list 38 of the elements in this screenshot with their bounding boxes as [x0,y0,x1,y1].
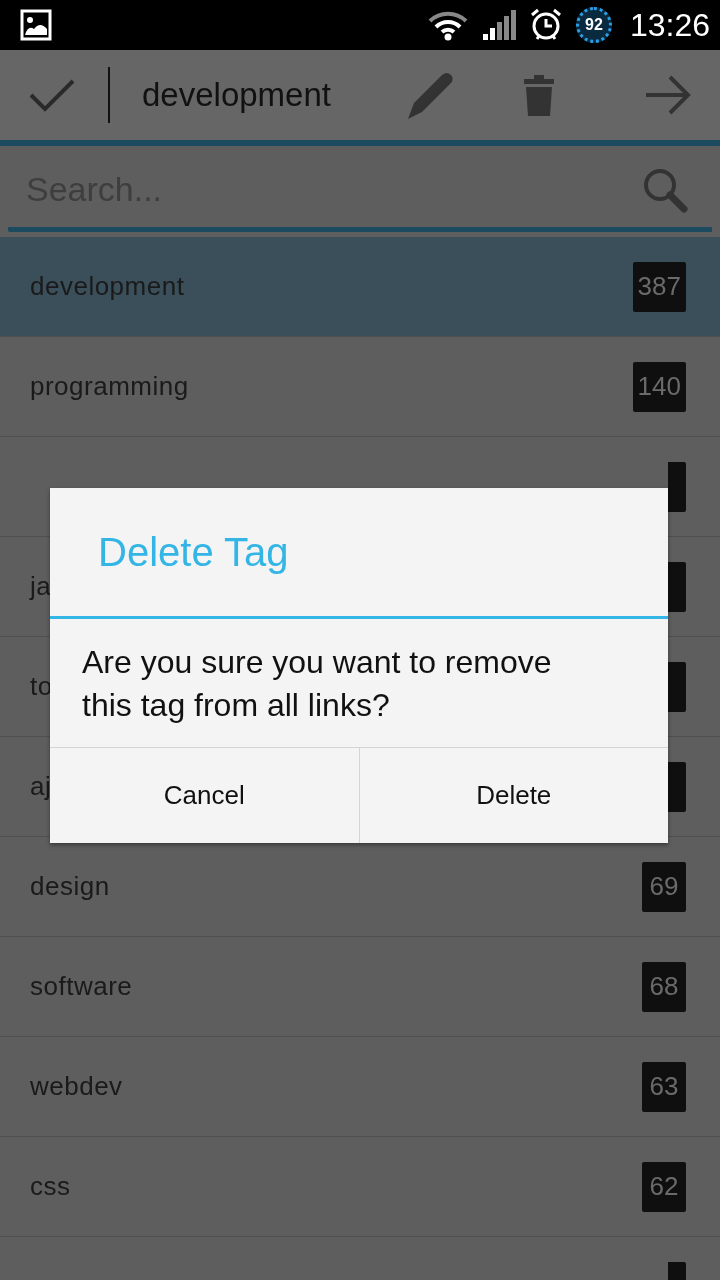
tag-name: aj [30,771,52,802]
tag-row[interactable]: programming 140 [0,337,720,437]
tag-name: software [30,971,133,1002]
tag-count: 68 [642,961,686,1012]
dialog-message: Are you sure you want to remove this tag from all links? [81,643,553,725]
count-badge [668,461,686,512]
tag-name: css [30,1171,71,1202]
wifi-icon [427,9,468,41]
tag-row[interactable]: software 68 [0,937,720,1037]
tag-count: 62 [642,1161,686,1212]
tag-name: design [30,871,110,902]
battery-indicator: 92 [575,7,612,43]
tag-count: 63 [642,1061,686,1112]
tag-name: webdev [30,1071,123,1102]
arrow-right-icon[interactable] [644,75,692,115]
count-badge [668,561,686,612]
tag-name: development [30,271,185,302]
dialog-button[interactable]: Cancel [50,748,359,843]
dialog-title: Delete Tag [97,528,290,576]
tag-name: ja [30,571,52,602]
alarm-clock-icon [529,8,562,42]
tag-row[interactable]: webdev 63 [0,1037,720,1137]
dialog-button[interactable]: Delete [358,748,668,843]
trash-icon[interactable] [522,72,556,118]
clock-time: 13:26 [629,6,710,44]
tag-row[interactable]: development 387 [0,237,720,337]
tag-count: 387 [632,261,686,312]
search-icon[interactable] [642,166,688,213]
picture-notification-icon [20,9,52,41]
action-bar-title: development [142,76,332,114]
tag-name: programming [30,371,189,402]
signal-icon [481,10,516,40]
tag-row[interactable]: css 62 [0,1137,720,1237]
tag-count: 69 [642,861,686,912]
count-badge [668,761,686,812]
check-icon[interactable] [28,77,76,113]
tag-count: 140 [632,361,686,412]
count-badge [668,661,686,712]
